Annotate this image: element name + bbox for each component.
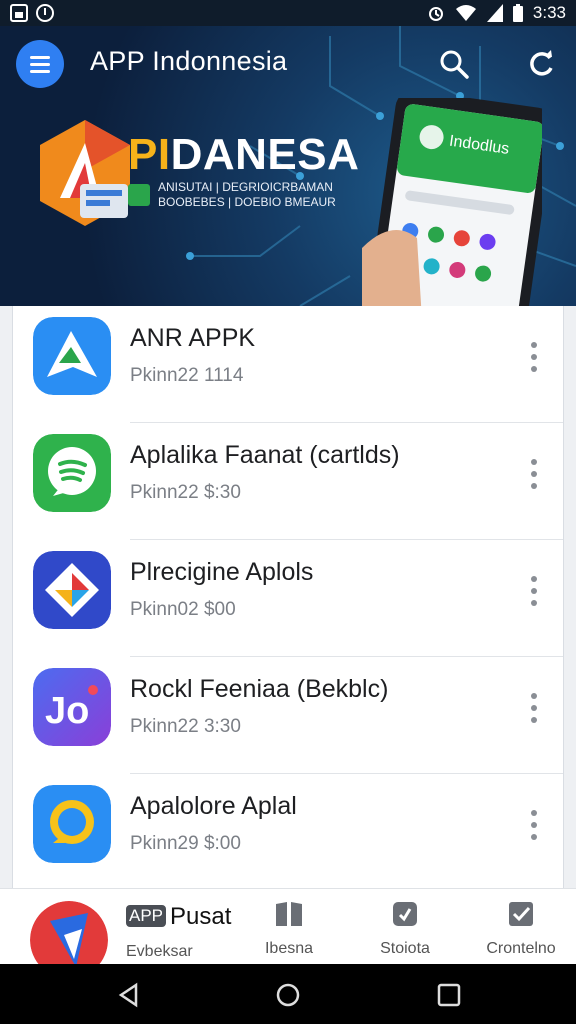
hamburger-line (30, 69, 50, 73)
more-options-icon[interactable] (525, 693, 543, 723)
chat-app-icon (33, 785, 111, 863)
nav-item-status[interactable]: Stoiota (350, 899, 460, 963)
pusat-label: Pusat (170, 903, 232, 930)
list-item[interactable]: Jo Rockl Feeniaa (Bekblc) Pkinn22 3:30 (13, 657, 563, 774)
bottom-navigation: APP Pusat Evbeksar Ibesna Stoiota Crontel… (0, 888, 576, 979)
phone-illustration: Indodlus (362, 98, 542, 306)
nav-label: Stoiota (380, 940, 430, 957)
status-bar: 3:33 (0, 0, 576, 26)
list-item[interactable]: ANR APPK Pkinn22 1114 (13, 306, 563, 423)
home-icon[interactable] (275, 982, 301, 1008)
refresh-icon[interactable] (526, 48, 558, 80)
app-name: ANR APPK (130, 324, 256, 352)
brand-accent: PI (128, 130, 171, 179)
back-icon[interactable] (116, 982, 142, 1008)
brand-rest: DANESA (170, 130, 360, 179)
header-banner: APP Indonnesia PIDANESA ANISUTAI | DEGRI… (0, 26, 576, 306)
list-item[interactable]: Apalolore Aplal Pkinn29 $:00 (13, 774, 563, 888)
nav-label: Crontelno (486, 940, 556, 957)
app-name: Rockl Feeniaa (Bekblc) (130, 675, 389, 703)
app-meta: Pkinn22 3:30 (130, 716, 241, 737)
jo-app-icon: Jo (33, 668, 111, 746)
status-time: 3:33 (532, 3, 566, 22)
recents-icon[interactable] (436, 982, 462, 1008)
book-icon (276, 902, 302, 926)
more-options-icon[interactable] (525, 342, 543, 372)
app-title: APP Indonnesia (90, 46, 288, 76)
brand-logo-icon (40, 120, 130, 226)
spotify-like-icon (33, 434, 111, 512)
anr-app-icon (33, 317, 111, 395)
app-bar: APP Indonnesia (0, 26, 576, 102)
app-chip: APP (126, 905, 167, 927)
nav-label-explore[interactable]: Evbeksar (126, 943, 193, 961)
app-list: ANR APPK Pkinn22 1114 Aplalika Faanat (c… (12, 306, 564, 888)
alarm-icon (428, 7, 443, 21)
chart-icon (128, 184, 150, 206)
battery-icon (512, 4, 523, 22)
app-meta: Pkinn29 $:00 (130, 833, 241, 854)
list-item[interactable]: Aplalika Faanat (cartlds) Pkinn22 $:30 (13, 423, 563, 540)
app-meta: Pkinn02 $00 (130, 599, 236, 620)
system-navigation (0, 964, 576, 1024)
app-center-title[interactable]: APP Pusat (126, 903, 231, 931)
prestige-app-icon (33, 551, 111, 629)
checkbox-icon (509, 902, 533, 926)
tagline-line-1: ANISUTAI | DEGRIOICRBAMAN (158, 180, 333, 194)
more-options-icon[interactable] (525, 576, 543, 606)
nav-item-book[interactable]: Ibesna (234, 899, 344, 963)
tag-icon (393, 902, 417, 926)
search-icon[interactable] (438, 48, 470, 80)
svg-text:Jo: Jo (45, 690, 89, 732)
list-item[interactable]: Plrecigine Aplols Pkinn02 $00 (13, 540, 563, 657)
nav-item-control[interactable]: Crontelno (466, 899, 576, 963)
app-name: Plrecigine Aplols (130, 558, 314, 586)
more-options-icon[interactable] (525, 810, 543, 840)
app-meta: Pkinn22 1114 (130, 365, 244, 386)
tagline-text: ANISUTAI | DEGRIOICRBAMAN BOOBEBES | DOE… (158, 180, 336, 210)
menu-button[interactable] (16, 40, 64, 88)
app-meta: Pkinn22 $:30 (130, 482, 241, 503)
hamburger-line (30, 62, 50, 66)
signal-icon (486, 4, 503, 22)
alert-notification-icon (36, 4, 54, 22)
app-name: Aplalika Faanat (cartlds) (130, 441, 400, 469)
app-name: Apalolore Aplal (130, 792, 297, 820)
wifi-icon (455, 5, 476, 21)
hamburger-icon (30, 55, 50, 59)
brand-name: PIDANESA (128, 130, 359, 180)
brand-tagline: ANISUTAI | DEGRIOICRBAMAN BOOBEBES | DOE… (128, 180, 336, 210)
nav-label: Ibesna (264, 940, 314, 957)
more-options-icon[interactable] (525, 459, 543, 489)
tagline-line-2: BOOBEBES | DOEBIO BMEAUR (158, 195, 336, 209)
gallery-notification-icon (10, 4, 28, 22)
screen: 3:33 APP Indonnesia PIDANESA ANISUTAI | … (0, 0, 576, 1024)
